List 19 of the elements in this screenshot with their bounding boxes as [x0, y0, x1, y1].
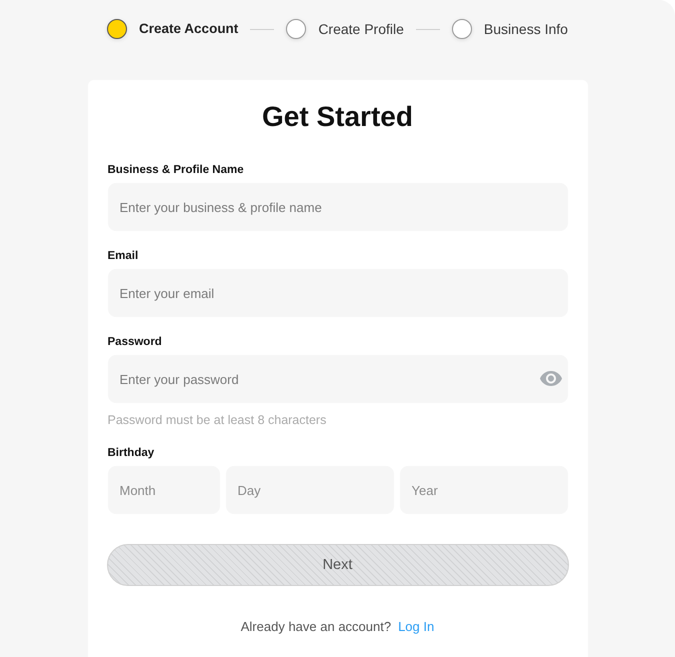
text-field[interactable]: Enter your email [108, 269, 568, 317]
step-label: Create Account [139, 20, 238, 38]
text-field[interactable]: Enter your business & profile name [108, 183, 568, 231]
date-part-field[interactable]: Year [400, 466, 568, 514]
login-link[interactable]: Log In [398, 618, 434, 636]
field-label: Business & Profile Name [108, 163, 244, 178]
step-label: Create Profile [318, 20, 404, 38]
prompt-text: Already have an account? [240, 618, 392, 636]
password-field[interactable]: Enter your password [108, 355, 568, 403]
eye-icon [540, 371, 562, 386]
step-label: Business Info [484, 20, 568, 38]
field-label: Password [108, 335, 162, 350]
date-part-field[interactable]: Day [226, 466, 394, 514]
field-label: Birthday [108, 446, 154, 461]
date-part-field[interactable]: Month [108, 466, 220, 514]
hint-text: Password must be at least 8 characters [108, 412, 326, 428]
page-title: Get Started [262, 100, 413, 134]
field-label: Email [108, 249, 138, 264]
show-password-button[interactable] [540, 371, 562, 386]
